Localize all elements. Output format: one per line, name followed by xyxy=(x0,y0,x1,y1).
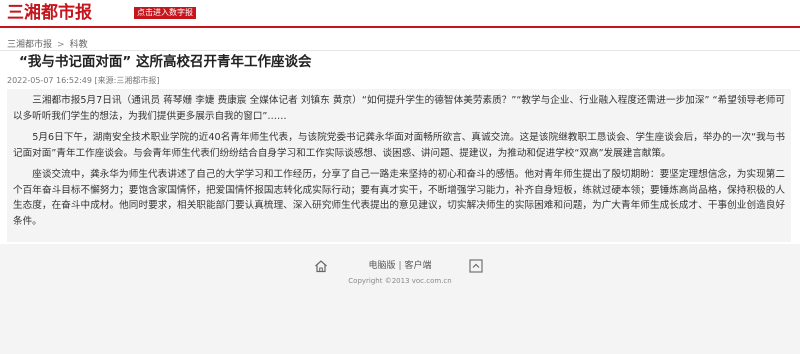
breadcrumb: 三湘都市报 > 科教 xyxy=(7,37,88,50)
breadcrumb-divider xyxy=(0,50,800,51)
footer-separator: | xyxy=(398,261,402,271)
digital-paper-link[interactable]: 点击进入数字报 xyxy=(134,7,196,19)
article-title: “我与书记面对面” 这所高校召开青年工作座谈会 xyxy=(19,54,312,70)
article-paragraph: 三湘都市报5月7日讯（通讯员 蒋琴姗 李婕 费康宸 全媒体记者 刘镇东 黄京）“… xyxy=(13,95,785,122)
breadcrumb-separator: > xyxy=(57,40,65,50)
article-paragraph: 5月6日下午，湖南安全技术职业学院的近40名青年师生代表，与该院党委书记龚永华面… xyxy=(13,132,785,159)
article-meta: 2022-05-07 16:52:49 [来源:三湘都市报] xyxy=(7,76,160,85)
breadcrumb-home[interactable]: 三湘都市报 xyxy=(7,40,52,50)
copyright-text: Copyright ©2013 voc.com.cn xyxy=(348,277,452,285)
site-header: 三湘都市报 点击进入数字报 xyxy=(0,0,800,28)
article-paragraph: 座谈交流中，龚永华为师生代表讲述了自己的大学学习和工作经历，分享了自己一路走来坚… xyxy=(13,169,785,227)
article-body: 三湘都市报5月7日讯（通讯员 蒋琴姗 李婕 费康宸 全媒体记者 刘镇东 黄京）“… xyxy=(7,89,791,242)
page-footer: 电脑版 | 客户端 Copyright ©2013 voc.com.cn xyxy=(0,244,800,354)
footer-links: 电脑版 | 客户端 xyxy=(0,258,800,271)
pc-version-link[interactable]: 电脑版 xyxy=(368,261,395,271)
breadcrumb-section[interactable]: 科教 xyxy=(70,40,88,50)
client-app-link[interactable]: 客户端 xyxy=(405,261,432,271)
site-logo[interactable]: 三湘都市报 xyxy=(7,3,92,23)
